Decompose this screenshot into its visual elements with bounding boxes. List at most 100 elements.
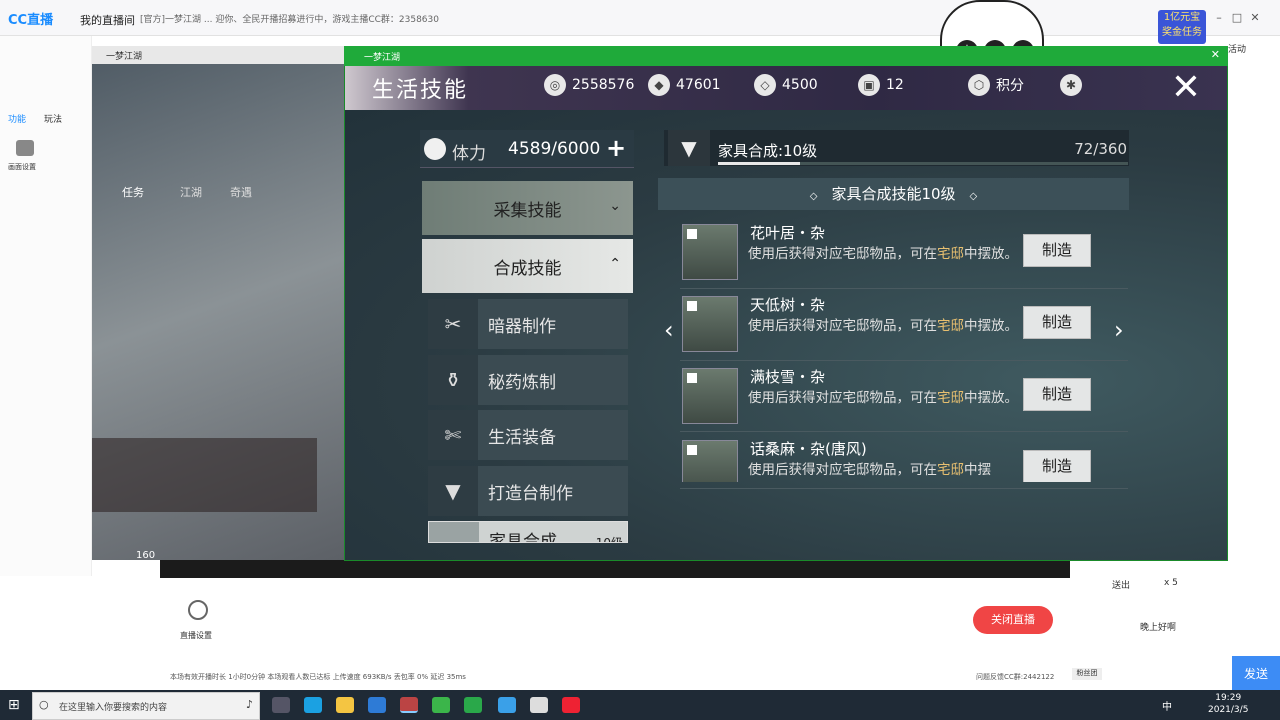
skill-level-banner: ◇ 家具合成技能10级 ◇ [658, 178, 1129, 210]
system-clock[interactable]: 19:29 2021/3/5 [1208, 692, 1248, 716]
craft-button[interactable]: 制造 [1023, 234, 1091, 267]
subskill-medicine[interactable]: ⚱ 秘药炼制 [428, 355, 628, 405]
send-button[interactable]: 发送 [1232, 656, 1280, 692]
edge-icon[interactable] [304, 697, 322, 713]
silver-coin-icon: ◎ [544, 74, 566, 96]
ie-icon[interactable] [368, 697, 386, 713]
cc-right-strip [1228, 110, 1280, 656]
activity-tab[interactable]: 活动 [1228, 42, 1246, 55]
ime-indicator[interactable]: 中 [1162, 698, 1172, 713]
subskill-furniture[interactable]: 家具合成 10级 [428, 521, 628, 543]
app-icon-home[interactable] [464, 697, 482, 713]
taskbar-search-box[interactable]: ○ 在这里输入你要搜索的内容 ♪ [32, 692, 260, 720]
prev-page-button[interactable]: ‹ [664, 316, 674, 344]
page-title: 生活技能 [372, 78, 469, 103]
jade-icon: ◇ [754, 74, 776, 96]
item-thumbnail[interactable] [682, 296, 738, 352]
game-window-titlebar: 一梦江湖 ✕ [344, 46, 1228, 66]
item-divider [680, 488, 1128, 489]
chevron-down-icon: ⌄ [609, 198, 621, 214]
stream-control-area: 直播设置 本场有效开播时长 1小时0分钟 本场观看人数已达标 上传速度 693K… [160, 578, 1070, 690]
announcement-text: [官方]一梦江湖 ... 迎你、全民开播招募进行中，游戏主播CC群：235863… [140, 15, 439, 25]
currency-token: ▣ 12 [858, 74, 904, 96]
chat-box [92, 438, 317, 512]
tab-function[interactable]: 功能 [8, 112, 26, 125]
my-stream-room-link[interactable]: 我的直播间 [80, 12, 135, 28]
ingot-icon: ◆ [648, 74, 670, 96]
tab-qiyu[interactable]: 奇遇 [230, 184, 252, 200]
recipe-item: 天低树・杂 使用后获得对应宅邸物品，可在宅邸中摆放。 制造 [680, 294, 1120, 358]
fans-club-button[interactable]: 粉丝团 [1072, 668, 1102, 680]
netease-icon[interactable] [562, 697, 580, 713]
points-icon: ⬡ [968, 74, 990, 96]
add-stamina-button[interactable]: + [606, 134, 626, 162]
microphone-icon[interactable]: ♪ [246, 698, 253, 711]
token-icon: ▣ [858, 74, 880, 96]
furniture-icon [429, 522, 479, 542]
craft-button[interactable]: 制造 [1023, 378, 1091, 411]
clock-date: 2021/3/5 [1208, 705, 1249, 715]
item-thumbnail[interactable] [682, 224, 738, 280]
cc-live-taskbar-icon[interactable] [498, 697, 516, 713]
minimize-icon[interactable]: – [1210, 11, 1228, 24]
item-name: 满枝雪・杂 [750, 368, 826, 386]
stamina-icon [424, 138, 446, 160]
recipe-item: 花叶居・杂 使用后获得对应宅邸物品，可在宅邸中摆放。 制造 [680, 222, 1120, 286]
subskill-forge-table[interactable]: ▼ 打造台制作 [428, 466, 628, 516]
category-gathering[interactable]: 采集技能 ⌄ [422, 181, 633, 235]
tab-task[interactable]: 任务 [122, 184, 144, 200]
craft-button[interactable]: 制造 [1023, 450, 1091, 482]
close-panel-button[interactable]: ✕ [1164, 68, 1208, 108]
cc-left-panel: 功能 玩法 画面设置 [0, 36, 92, 576]
background-game-title: 一梦江湖 [92, 46, 347, 64]
item-name: 花叶居・杂 [750, 224, 826, 242]
gear-icon: ✱ [1060, 74, 1082, 96]
screen-settings-label: 画面设置 [8, 163, 36, 171]
item-name: 话桑麻・杂(唐风) [750, 440, 867, 458]
screen-settings-icon[interactable] [16, 140, 34, 156]
currency-jade: ◇ 4500 [754, 74, 818, 96]
craft-button[interactable]: 制造 [1023, 306, 1091, 339]
gift-label: 送出 [1112, 581, 1131, 591]
tab-play[interactable]: 玩法 [44, 112, 62, 125]
item-divider [680, 288, 1128, 289]
item-divider [680, 431, 1128, 432]
cc-logo[interactable]: CC直播 [8, 9, 53, 28]
file-explorer-icon[interactable] [336, 697, 354, 713]
close-icon[interactable]: ✕ [1246, 11, 1264, 24]
background-game-window: 一梦江湖 任务 江湖 奇遇 160 [92, 46, 347, 560]
item-description: 使用后获得对应宅邸物品，可在宅邸中摆放。 [748, 246, 1018, 262]
anvil-icon: ▼ [668, 130, 710, 166]
subskill-life-equipment[interactable]: ✄ 生活装备 [428, 410, 628, 460]
app-icon-green[interactable] [432, 697, 450, 713]
feedback-group: 问题反馈CC群:2442122 [976, 673, 1055, 681]
category-crafting[interactable]: 合成技能 ⌃ [422, 239, 633, 293]
stream-status-bar: 本场有效开播时长 1小时0分钟 本场观看人数已达标 上传速度 693KB/s 丢… [170, 673, 466, 681]
item-divider [680, 360, 1128, 361]
scissors-icon: ✄ [428, 410, 478, 460]
item-description: 使用后获得对应宅邸物品，可在宅邸中摆放。 [748, 390, 1018, 406]
points-button[interactable]: ⬡ 积分 [968, 74, 1024, 96]
chat-panel: 送出 x 5 晚上好啊 粉丝团 [1070, 562, 1228, 690]
task-view-icon[interactable] [272, 697, 290, 713]
stop-live-button[interactable]: 关闭直播 [973, 606, 1053, 634]
item-thumbnail[interactable] [682, 440, 738, 482]
item-thumbnail[interactable] [682, 368, 738, 424]
game-window-close-icon[interactable]: ✕ [1211, 48, 1220, 61]
anvil-icon: ▼ [428, 466, 478, 516]
clock-time: 19:29 [1215, 693, 1242, 703]
currency-silver: ◎ 2558576 [544, 74, 634, 96]
windows-start-icon[interactable]: ⊞ [8, 697, 24, 713]
stream-settings-label: 直播设置 [180, 631, 212, 640]
potion-icon: ⚱ [428, 355, 478, 405]
app-icon-gray[interactable] [530, 697, 548, 713]
subskill-hidden-weapons[interactable]: ✂ 暗器制作 [428, 299, 628, 349]
settings-gear-button[interactable]: ✱ [1060, 74, 1082, 96]
item-description: 使用后获得对应宅邸物品，可在宅邸中摆放。 [748, 318, 1018, 334]
tab-jianghu[interactable]: 江湖 [180, 184, 202, 200]
maximize-icon[interactable]: □ [1228, 11, 1246, 24]
stream-settings-icon[interactable] [188, 600, 208, 620]
game-taskbar-icon[interactable] [400, 697, 418, 713]
stamina-value: 4589/6000 [508, 139, 601, 159]
promo-badge[interactable]: 1亿元宝 奖金任务 [1158, 10, 1206, 44]
